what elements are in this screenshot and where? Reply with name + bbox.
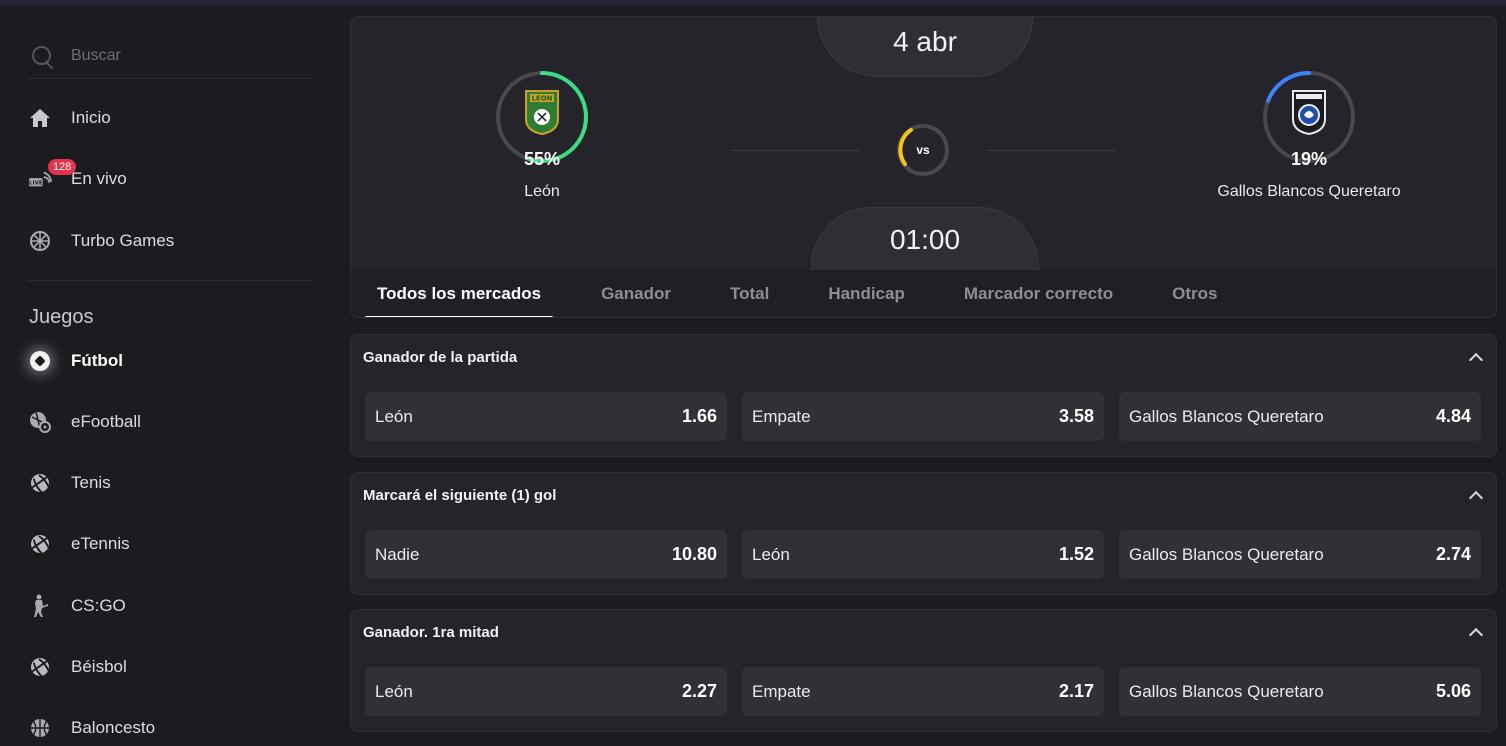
vs-divider-right [987,150,1115,151]
market-tabs: Todos los mercados Ganador Total Handica… [351,270,1496,317]
odd-label: Nadie [375,544,420,564]
odd-button[interactable]: Gallos Blancos Queretaro 5.06 [1119,667,1481,716]
sidebar-item-tenis[interactable]: Tenis [28,463,111,503]
odd-value: 2.17 [1058,681,1094,701]
match-header: 4 abr LEON 55% León vs 19% Gallos Blanco… [350,16,1497,318]
home-icon [28,106,52,130]
basketball-icon [28,716,52,740]
sidebar-item-label: Inicio [71,108,111,127]
away-win-percentage: 19% [1290,149,1328,169]
baseball-icon [28,655,52,679]
turbo-icon [28,229,52,253]
odds-row: León 1.66 Empate 3.58 Gallos Blancos Que… [365,392,1481,441]
odd-button[interactable]: Gallos Blancos Queretaro 2.74 [1119,530,1481,579]
sidebar-divider [28,280,314,281]
market-title: Ganador de la partida [363,349,518,366]
odd-value: 4.84 [1435,406,1471,426]
odd-label: Empate [752,681,811,701]
match-date: 4 abr [817,17,1033,77]
sidebar-item-label: Fútbol [71,351,123,370]
search-bar [28,33,314,79]
sidebar-item-label: eFootball [71,412,141,431]
sidebar-item-inicio[interactable]: Inicio [28,98,111,138]
market-card: Ganador de la partida León 1.66 Empate 3… [350,334,1497,457]
chevron-up-icon[interactable] [1468,351,1482,365]
market-card: Ganador. 1ra mitad León 2.27 Empate 2.17… [350,609,1497,732]
odd-label: León [375,406,413,426]
section-title-juegos: Juegos [29,306,94,328]
odd-button[interactable]: León 1.52 [742,530,1104,579]
sidebar-item-baloncesto[interactable]: Baloncesto [28,708,155,746]
sidebar-item-label: eTennis [71,534,130,553]
svg-text:LIVE: LIVE [29,181,43,187]
tab-handicap[interactable]: Handicap [817,270,916,317]
odd-button[interactable]: Gallos Blancos Queretaro 4.84 [1119,392,1481,441]
efootball-icon [28,410,52,434]
odd-value: 5.06 [1435,681,1471,701]
search-input[interactable] [71,46,291,65]
sidebar-item-label: En vivo [71,169,127,188]
sidebar: Inicio LIVE 128 En vivo Turbo Games Jueg… [0,5,340,746]
tab-otros[interactable]: Otros [1161,270,1228,317]
odd-button[interactable]: León 2.27 [365,667,727,716]
away-team-name: Gallos Blancos Queretaro [1217,183,1401,200]
odd-value: 3.58 [1058,406,1094,426]
sidebar-item-label: Baloncesto [71,718,156,737]
csgo-soldier-icon [28,594,52,618]
tennis-ball-icon [28,471,52,495]
sidebar-item-label: Tenis [71,473,111,492]
home-win-percentage: 55% [523,149,561,169]
etennis-icon [28,532,52,556]
odd-label: Gallos Blancos Queretaro [1129,681,1324,701]
sidebar-item-csgo[interactable]: CS:GO [28,586,126,626]
odd-value: 2.74 [1435,544,1471,564]
odd-value: 1.52 [1058,544,1094,564]
away-team[interactable]: 19% Gallos Blancos Queretaro [1209,69,1409,201]
home-team[interactable]: LEON 55% León [494,69,590,201]
versus-indicator: vs [731,117,1117,187]
odd-button[interactable]: Empate 3.58 [742,392,1104,441]
sidebar-item-label: CS:GO [71,596,126,615]
soccer-ball-icon [28,349,52,373]
chevron-up-icon[interactable] [1468,489,1482,503]
odd-button[interactable]: Empate 2.17 [742,667,1104,716]
svg-text:LEON: LEON [531,95,552,103]
queretaro-crest-icon [1292,90,1326,135]
odd-label: Gallos Blancos Queretaro [1129,406,1324,426]
odd-button[interactable]: León 1.66 [365,392,727,441]
leon-crest-icon: LEON [525,90,559,135]
sidebar-item-futbol[interactable]: Fútbol [28,341,123,381]
odd-label: Gallos Blancos Queretaro [1129,544,1324,564]
odd-label: León [375,681,413,701]
odds-row: Nadie 10.80 León 1.52 Gallos Blancos Que… [365,530,1481,579]
sidebar-item-en-vivo[interactable]: LIVE 128 En vivo [28,159,127,199]
vs-label: vs [916,143,930,157]
tab-todos-los-mercados[interactable]: Todos los mercados [365,270,554,317]
sidebar-item-turbo-games[interactable]: Turbo Games [28,221,174,261]
sidebar-item-beisbol[interactable]: Béisbol [28,647,127,687]
tab-marcador-correcto[interactable]: Marcador correcto [953,270,1124,317]
odds-row: León 2.27 Empate 2.17 Gallos Blancos Que… [365,667,1481,716]
sidebar-item-efootball[interactable]: eFootball [28,402,141,442]
odd-button[interactable]: Nadie 10.80 [365,530,727,579]
chevron-up-icon[interactable] [1468,626,1482,640]
search-icon[interactable] [30,43,56,69]
odd-value: 10.80 [671,544,717,564]
live-count-badge: 128 [48,159,77,175]
odd-label: Empate [752,406,811,426]
sidebar-item-label: Turbo Games [71,231,175,250]
sidebar-item-label: Béisbol [71,657,127,676]
market-title: Marcará el siguiente (1) gol [363,487,557,504]
tab-ganador[interactable]: Ganador [590,270,682,317]
market-title: Ganador. 1ra mitad [363,624,499,641]
tab-total[interactable]: Total [719,270,780,317]
sidebar-item-etennis[interactable]: eTennis [28,524,130,564]
odd-value: 2.27 [681,681,717,701]
home-team-name: León [524,183,560,200]
market-card: Marcará el siguiente (1) gol Nadie 10.80… [350,472,1497,595]
vs-divider-left [731,150,859,151]
live-icon: LIVE 128 [28,159,77,191]
odd-value: 1.66 [681,406,717,426]
odd-label: León [752,544,790,564]
